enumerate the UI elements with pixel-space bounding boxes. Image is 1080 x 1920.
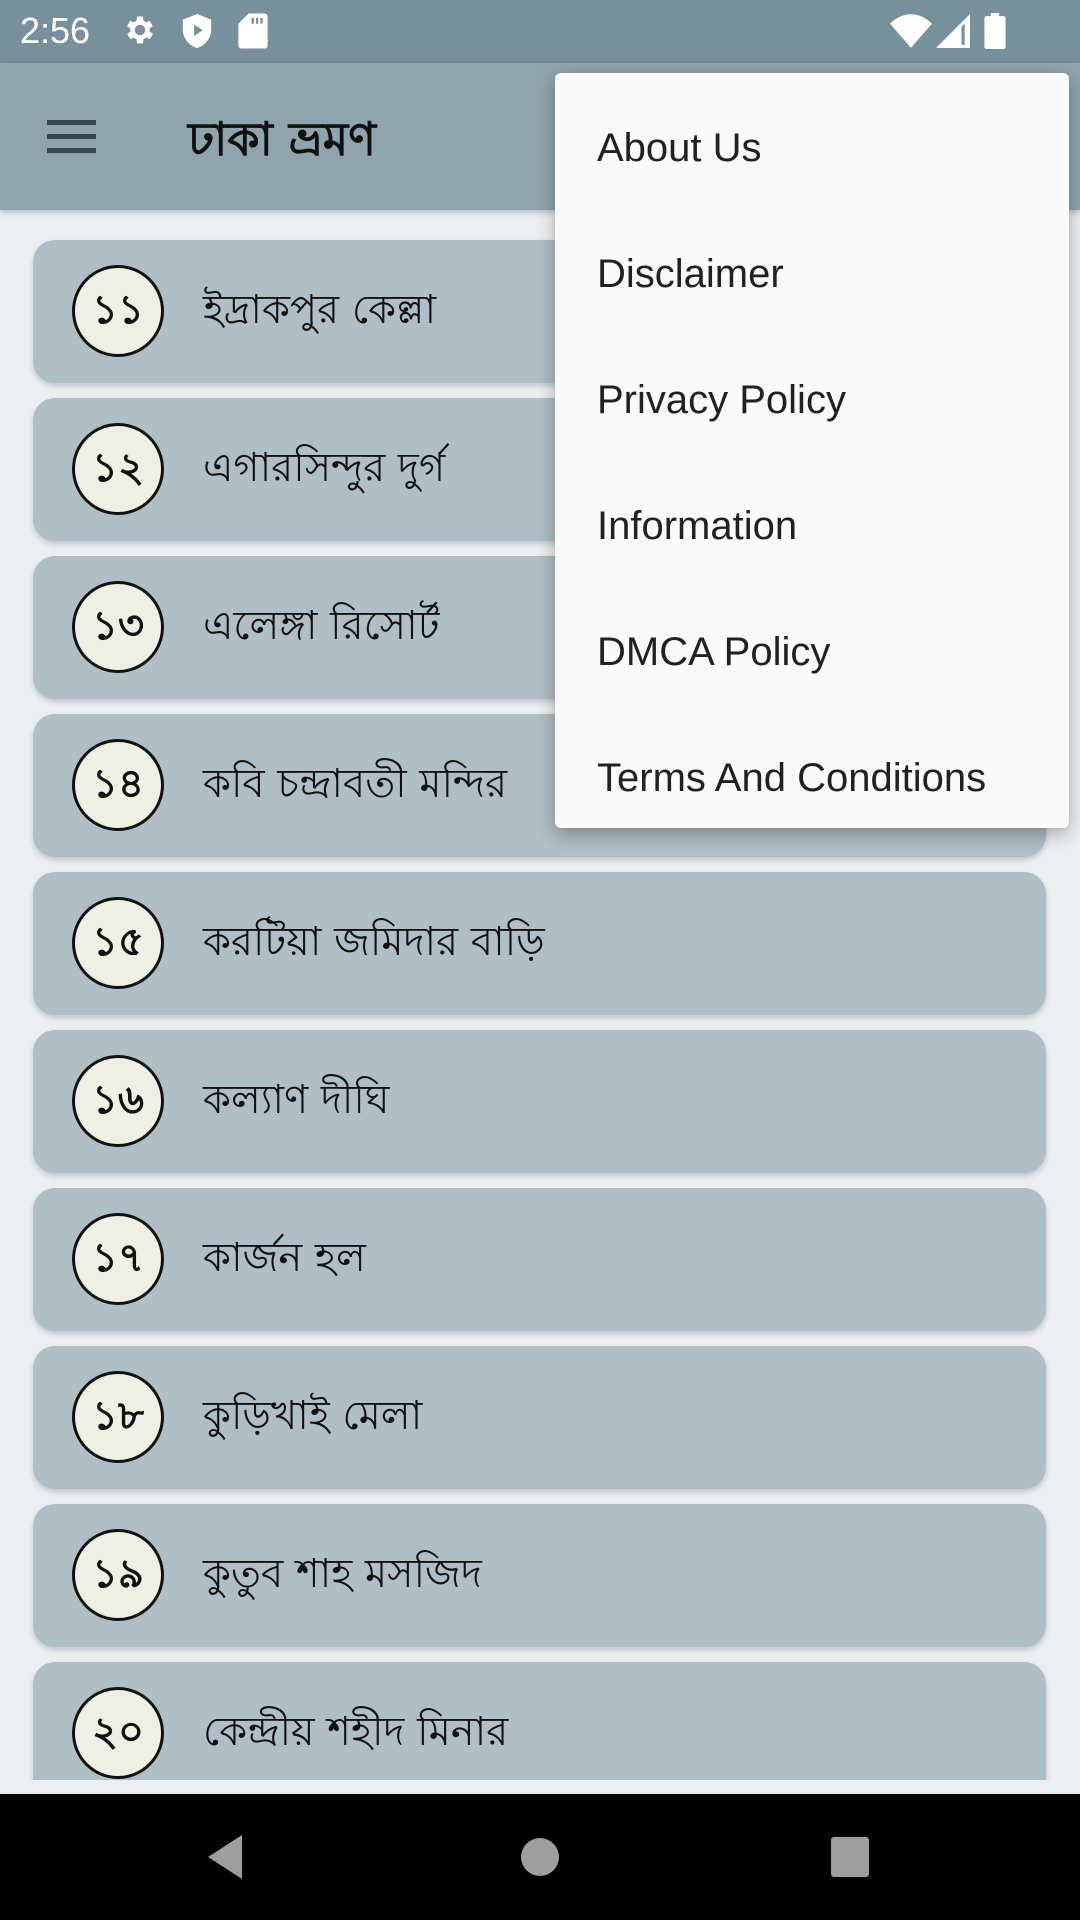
recents-button[interactable] <box>780 1794 920 1920</box>
shield-play-icon <box>182 14 212 48</box>
app-title: ঢাকা ভ্রমণ <box>188 112 377 166</box>
item-label: এলেঙ্গা রিসোর্ট <box>203 603 440 649</box>
menu-item-dmca-policy[interactable]: DMCA Policy <box>555 589 1069 715</box>
home-button[interactable] <box>470 1794 610 1920</box>
menu-item-terms-and-conditions[interactable]: Terms And Conditions <box>555 715 1069 841</box>
status-bar: 2:56 <box>0 0 1080 63</box>
menu-item-privacy-policy[interactable]: Privacy Policy <box>555 337 1069 463</box>
gear-icon <box>127 16 153 44</box>
menu-item-about-us[interactable]: About Us <box>555 85 1069 211</box>
item-label: কল্যাণ দীঘি <box>203 1077 390 1123</box>
hamburger-menu-button[interactable] <box>30 103 116 169</box>
item-number-badge: ১৫ <box>72 897 164 989</box>
hamburger-icon-line <box>47 133 96 139</box>
sd-card-icon <box>238 13 268 49</box>
item-number-badge: ১৬ <box>72 1055 164 1147</box>
battery-icon <box>984 13 1006 49</box>
item-label: কুতুব শাহ মসজিদ <box>203 1551 482 1597</box>
item-label: করটিয়া জমিদার বাড়ি <box>203 919 545 965</box>
cell-signal-icon <box>936 14 970 48</box>
hamburger-icon-line <box>47 119 96 125</box>
list-item[interactable]: ১৬ কল্যাণ দীঘি <box>33 1030 1046 1173</box>
item-number-badge: ১২ <box>72 423 164 515</box>
list-item[interactable]: ১৮ কুড়িখাই মেলা <box>33 1346 1046 1489</box>
hamburger-icon-line <box>47 147 96 153</box>
overflow-menu: About Us Disclaimer Privacy Policy Infor… <box>555 73 1069 828</box>
menu-item-information[interactable]: Information <box>555 463 1069 589</box>
item-number-badge: ১৩ <box>72 581 164 673</box>
system-nav-bar <box>0 1794 1080 1920</box>
back-button[interactable] <box>156 1794 296 1920</box>
item-number-badge: ১৯ <box>72 1529 164 1621</box>
list-item[interactable]: ১৯ কুতুব শাহ মসজিদ <box>33 1504 1046 1647</box>
item-label: এগারসিন্দুর দুর্গ <box>203 445 446 491</box>
item-label: কেন্দ্রীয় শহীদ মিনার <box>203 1709 509 1755</box>
wifi-icon <box>890 14 932 48</box>
item-label: কুড়িখাই মেলা <box>203 1393 423 1439</box>
item-label: ইদ্রাকপুর কেল্লা <box>203 287 437 333</box>
item-label: কবি চন্দ্রাবতী মন্দির <box>203 761 508 807</box>
back-icon <box>208 1835 242 1879</box>
item-number-badge: ১১ <box>72 265 164 357</box>
menu-item-disclaimer[interactable]: Disclaimer <box>555 211 1069 337</box>
list-item[interactable]: ১৭ কার্জন হল <box>33 1188 1046 1331</box>
item-number-badge: ১৭ <box>72 1213 164 1305</box>
list-item[interactable]: ১৫ করটিয়া জমিদার বাড়ি <box>33 872 1046 1015</box>
item-number-badge: ২০ <box>72 1687 164 1779</box>
item-number-badge: ১৪ <box>72 739 164 831</box>
home-icon <box>521 1838 559 1876</box>
recents-icon <box>831 1837 869 1877</box>
item-label: কার্জন হল <box>203 1235 366 1281</box>
status-time: 2:56 <box>20 10 91 51</box>
item-number-badge: ১৮ <box>72 1371 164 1463</box>
list-item[interactable]: ২০ কেন্দ্রীয় শহীদ মিনার <box>33 1662 1046 1780</box>
